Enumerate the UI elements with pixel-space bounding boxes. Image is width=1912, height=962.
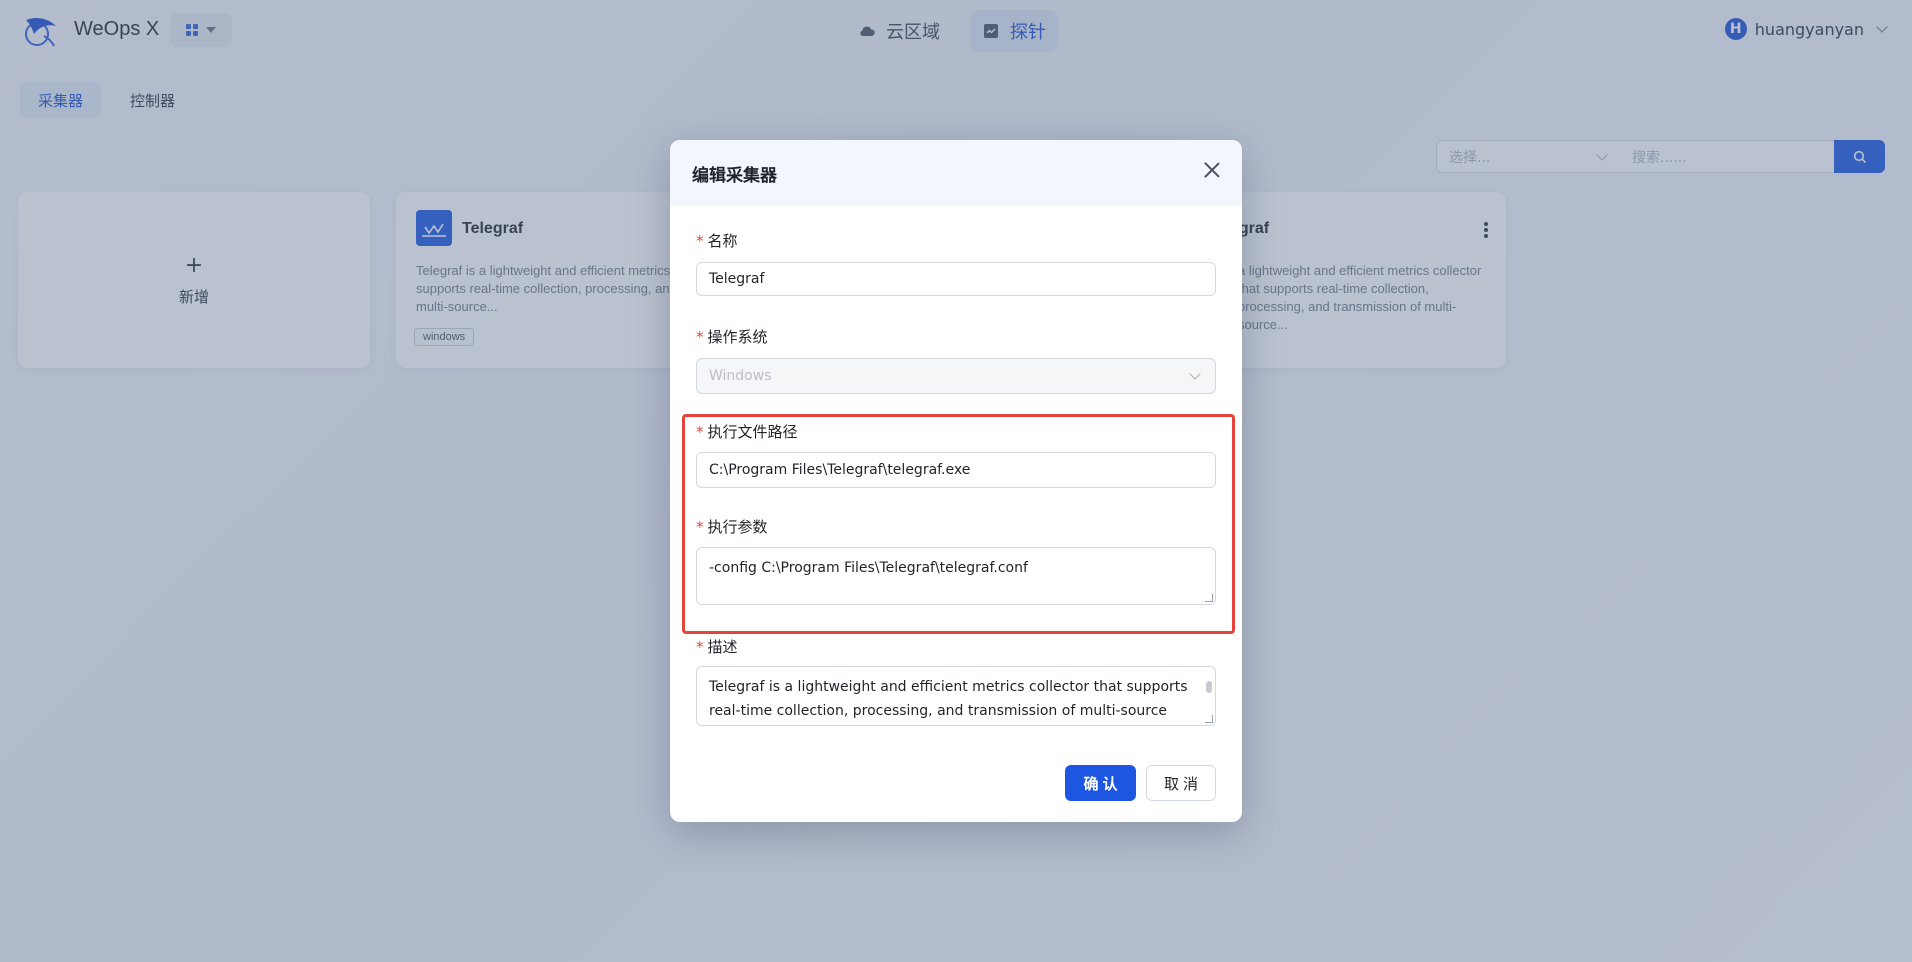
edit-collector-modal: 编辑采集器 * 名称 Telegraf * 操作系统 Windows * 执行文件路径…: [670, 140, 1242, 822]
name-label-text: 名称: [707, 232, 738, 250]
description-textarea[interactable]: Telegraf is a lightweight and efficient …: [696, 666, 1216, 726]
cancel-button[interactable]: 取消: [1146, 765, 1216, 801]
close-icon[interactable]: [1204, 162, 1220, 178]
required-mark: *: [696, 638, 704, 656]
os-label: * 操作系统: [696, 326, 768, 347]
description-value: Telegraf is a lightweight and efficient …: [709, 679, 1188, 719]
desc-label: * 描述: [696, 636, 738, 657]
confirm-button[interactable]: 确认: [1065, 765, 1136, 801]
required-mark: *: [696, 232, 704, 250]
os-select[interactable]: Windows: [696, 358, 1216, 394]
scrollbar[interactable]: [1206, 673, 1212, 719]
os-label-text: 操作系统: [707, 328, 768, 346]
name-input-value: Telegraf: [709, 271, 765, 287]
os-select-value: Windows: [709, 368, 772, 384]
highlight-box: [682, 414, 1235, 634]
desc-label-text: 描述: [707, 638, 738, 656]
name-label: * 名称: [696, 230, 738, 251]
resize-handle-icon[interactable]: [1205, 715, 1213, 723]
required-mark: *: [696, 328, 704, 346]
modal-title: 编辑采集器: [692, 165, 777, 186]
chevron-down-icon: [1189, 368, 1201, 380]
name-input[interactable]: Telegraf: [696, 262, 1216, 296]
modal-header: 编辑采集器: [670, 140, 1242, 206]
